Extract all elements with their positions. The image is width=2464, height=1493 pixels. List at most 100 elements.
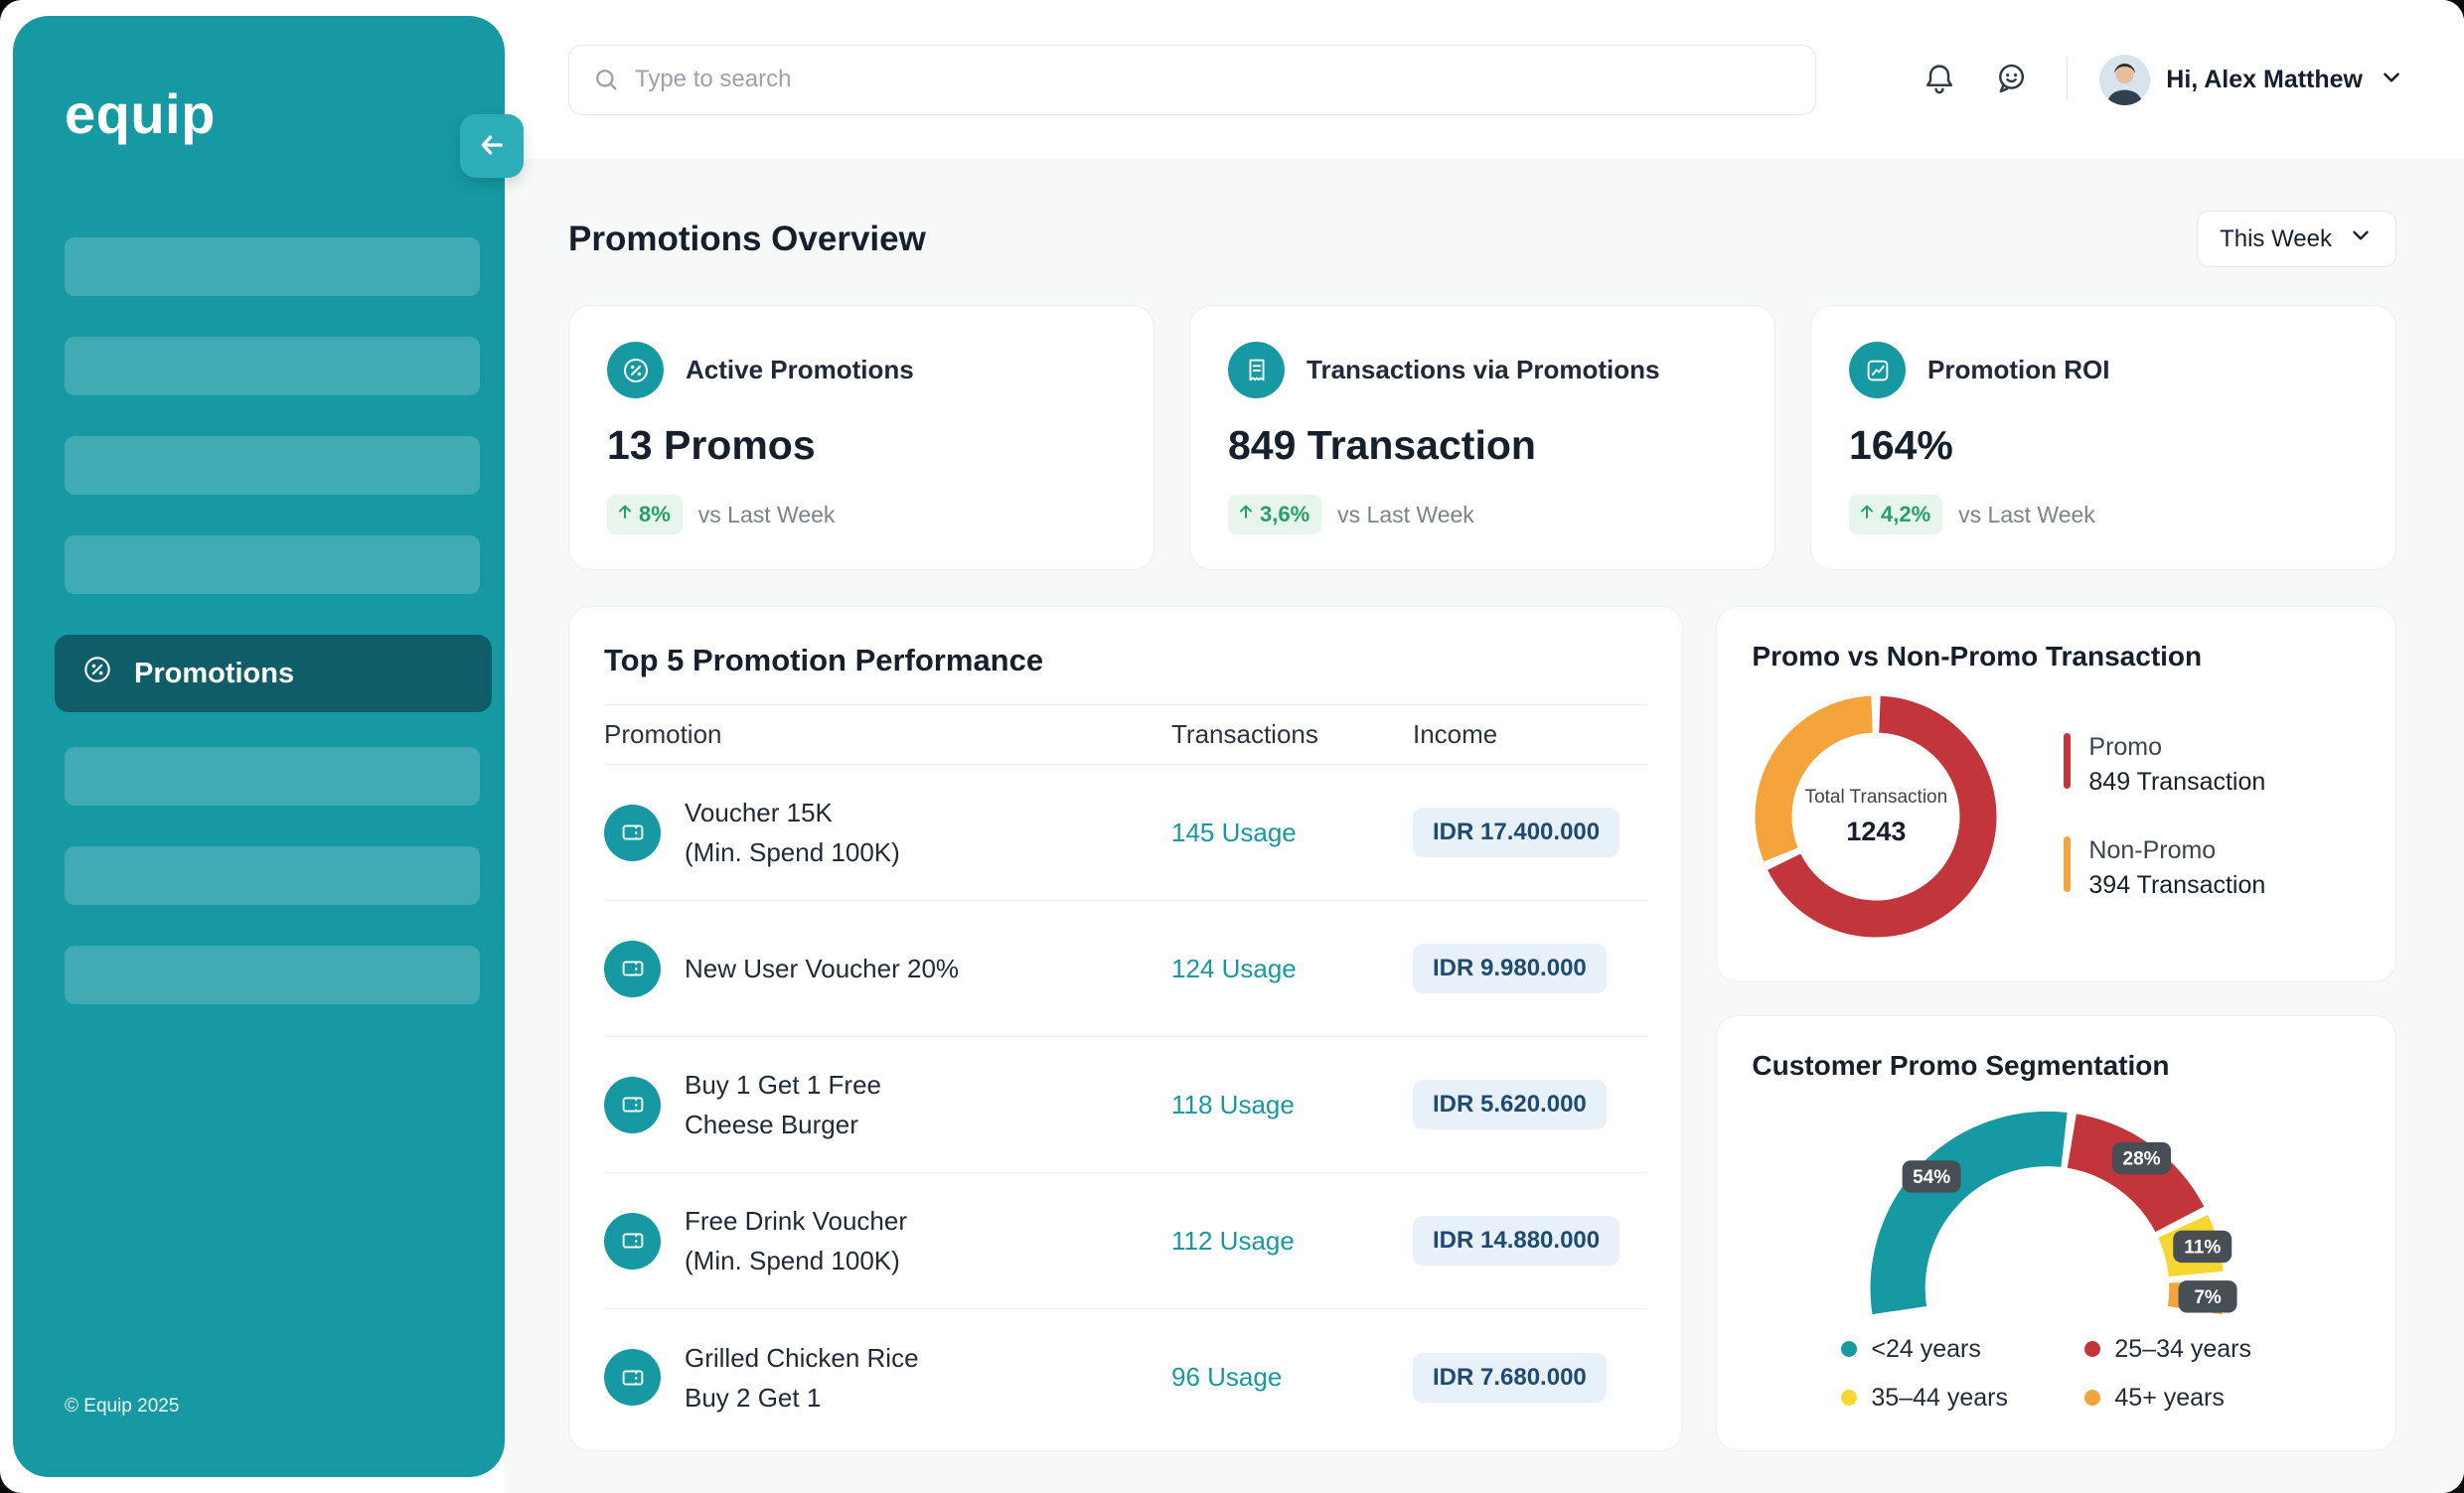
stat-value: 13 Promos xyxy=(607,422,1116,469)
stat-label: Promotion ROI xyxy=(1927,355,2109,385)
page-content: Promotions Overview This Week Active Pro… xyxy=(505,159,2464,1451)
user-menu[interactable]: Hi, Alex Matthew xyxy=(2099,55,2404,105)
usage-value: 145 Usage xyxy=(1171,818,1413,848)
svg-text:54%: 54% xyxy=(1913,1167,1950,1188)
sidebar-item-label: Promotions xyxy=(134,658,294,690)
sidebar-collapse-button[interactable] xyxy=(460,114,524,178)
stat-compare-label: vs Last Week xyxy=(1958,502,2095,528)
legend-value: 394 Transaction xyxy=(2088,871,2265,900)
usage-value: 118 Usage xyxy=(1171,1090,1413,1120)
promo-vs-nonpromo-title: Promo vs Non-Promo Transaction xyxy=(1752,641,2361,672)
legend-color-bar xyxy=(2064,836,2071,892)
arrow-left-icon xyxy=(476,129,508,164)
segmentation-gauge-chart: 54% 28% 11% 7% xyxy=(1764,1090,2350,1331)
sidebar-item-placeholder[interactable] xyxy=(65,535,480,594)
legend-name: 25–34 years xyxy=(2114,1335,2251,1364)
app-logo: equip xyxy=(65,81,216,146)
period-filter-dropdown[interactable]: This Week xyxy=(2197,211,2396,267)
badge-percent-icon xyxy=(607,342,664,398)
legend-dot xyxy=(1841,1390,1857,1406)
topbar: Hi, Alex Matthew xyxy=(505,0,2464,159)
legend-item-25-34: 25–34 years xyxy=(2084,1335,2361,1364)
stat-compare-label: vs Last Week xyxy=(698,502,836,528)
stat-card-roi: Promotion ROI 164% 4,2% vs Last Week xyxy=(1810,305,2396,570)
column-header-transactions: Transactions xyxy=(1171,719,1413,750)
donut-legend: Promo 849 Transaction Non-Promo 394 Tran… xyxy=(2064,733,2265,900)
promo-vs-nonpromo-card: Promo vs Non-Promo Transaction Total Tra… xyxy=(1716,606,2396,982)
table-row[interactable]: Free Drink Voucher (Min. Spend 100K) 112… xyxy=(604,1173,1647,1309)
income-badge: IDR 17.400.000 xyxy=(1413,808,1619,857)
bell-icon xyxy=(1922,61,1957,99)
stats-row: Active Promotions 13 Promos 8% vs Last W… xyxy=(568,305,2396,570)
chart-square-icon xyxy=(1849,342,1906,398)
stat-label: Transactions via Promotions xyxy=(1307,355,1659,385)
table-row[interactable]: Buy 1 Get 1 Free Cheese Burger 118 Usage… xyxy=(604,1037,1647,1173)
column-header-promotion: Promotion xyxy=(604,719,1171,750)
stat-value: 849 Transaction xyxy=(1228,422,1737,469)
promotion-name: Grilled Chicken Rice Buy 2 Get 1 xyxy=(685,1338,919,1418)
sidebar-item-placeholder[interactable] xyxy=(65,946,480,1004)
legend-name: Promo xyxy=(2088,733,2265,762)
sidebar-item-placeholder[interactable] xyxy=(65,436,480,495)
period-filter-value: This Week xyxy=(2220,225,2332,253)
chevron-down-icon xyxy=(2348,223,2374,255)
stat-compare-label: vs Last Week xyxy=(1337,502,1474,528)
stat-delta-value: 3,6% xyxy=(1260,502,1309,527)
page-title: Promotions Overview xyxy=(568,220,926,259)
topbar-divider xyxy=(2067,58,2068,101)
notifications-button[interactable] xyxy=(1916,55,1963,105)
legend-item-nonpromo: Non-Promo 394 Transaction xyxy=(2064,836,2265,900)
app-window: equip Promotions © Equip 2025 xyxy=(0,0,2464,1493)
sidebar-item-promotions[interactable]: Promotions xyxy=(55,635,492,712)
main-area: Hi, Alex Matthew Promotions Overview Thi… xyxy=(505,0,2464,1493)
sidebar-item-placeholder[interactable] xyxy=(65,237,480,296)
search-input[interactable] xyxy=(568,45,1816,115)
legend-color-bar xyxy=(2064,733,2071,789)
usage-value: 124 Usage xyxy=(1171,954,1413,984)
performance-title: Top 5 Promotion Performance xyxy=(604,643,1647,678)
legend-value: 849 Transaction xyxy=(2088,768,2265,797)
legend-name: Non-Promo xyxy=(2088,836,2265,865)
promotion-name: New User Voucher 20% xyxy=(685,949,959,988)
voucher-icon xyxy=(604,1077,661,1133)
arrow-up-icon xyxy=(1236,502,1256,527)
legend-name: 35–44 years xyxy=(1871,1384,2008,1413)
chat-button[interactable] xyxy=(1987,55,2035,105)
voucher-icon xyxy=(604,941,661,997)
column-header-income: Income xyxy=(1413,719,1647,750)
voucher-icon xyxy=(604,805,661,861)
topbar-actions: Hi, Alex Matthew xyxy=(1916,55,2404,105)
table-row[interactable]: New User Voucher 20% 124 Usage IDR 9.980… xyxy=(604,901,1647,1037)
arrow-up-icon xyxy=(615,502,635,527)
sidebar-item-placeholder[interactable] xyxy=(65,337,480,395)
stat-delta-badge: 8% xyxy=(607,495,683,534)
chevron-down-icon xyxy=(2379,65,2404,95)
table-row[interactable]: Voucher 15K (Min. Spend 100K) 145 Usage … xyxy=(604,765,1647,901)
sidebar-item-placeholder[interactable] xyxy=(65,747,480,806)
avatar xyxy=(2099,55,2150,105)
stat-value: 164% xyxy=(1849,422,2358,469)
stat-delta-value: 8% xyxy=(639,502,671,527)
stat-card-active-promotions: Active Promotions 13 Promos 8% vs Last W… xyxy=(568,305,1155,570)
promotion-name: Voucher 15K (Min. Spend 100K) xyxy=(685,793,900,872)
copyright-text: © Equip 2025 xyxy=(65,1396,179,1418)
stat-delta-badge: 4,2% xyxy=(1849,495,1942,534)
svg-text:11%: 11% xyxy=(2184,1238,2221,1259)
arrow-up-icon xyxy=(1857,502,1877,527)
usage-value: 112 Usage xyxy=(1171,1226,1413,1257)
search-box xyxy=(568,45,1816,115)
legend-dot xyxy=(1841,1341,1857,1357)
sidebar-item-placeholder[interactable] xyxy=(65,846,480,905)
stat-delta-value: 4,2% xyxy=(1881,502,1930,527)
table-row[interactable]: Grilled Chicken Rice Buy 2 Get 1 96 Usag… xyxy=(604,1309,1647,1445)
receipt-icon xyxy=(1228,342,1285,398)
usage-value: 96 Usage xyxy=(1171,1362,1413,1393)
stat-delta-badge: 3,6% xyxy=(1228,495,1321,534)
table-header: Promotion Transactions Income xyxy=(604,705,1647,765)
search-icon xyxy=(592,66,620,98)
legend-dot xyxy=(2084,1390,2100,1406)
legend-name: <24 years xyxy=(1871,1335,1981,1364)
user-greeting: Hi, Alex Matthew xyxy=(2166,66,2363,94)
svg-text:28%: 28% xyxy=(2122,1149,2160,1170)
svg-text:7%: 7% xyxy=(2194,1287,2222,1308)
